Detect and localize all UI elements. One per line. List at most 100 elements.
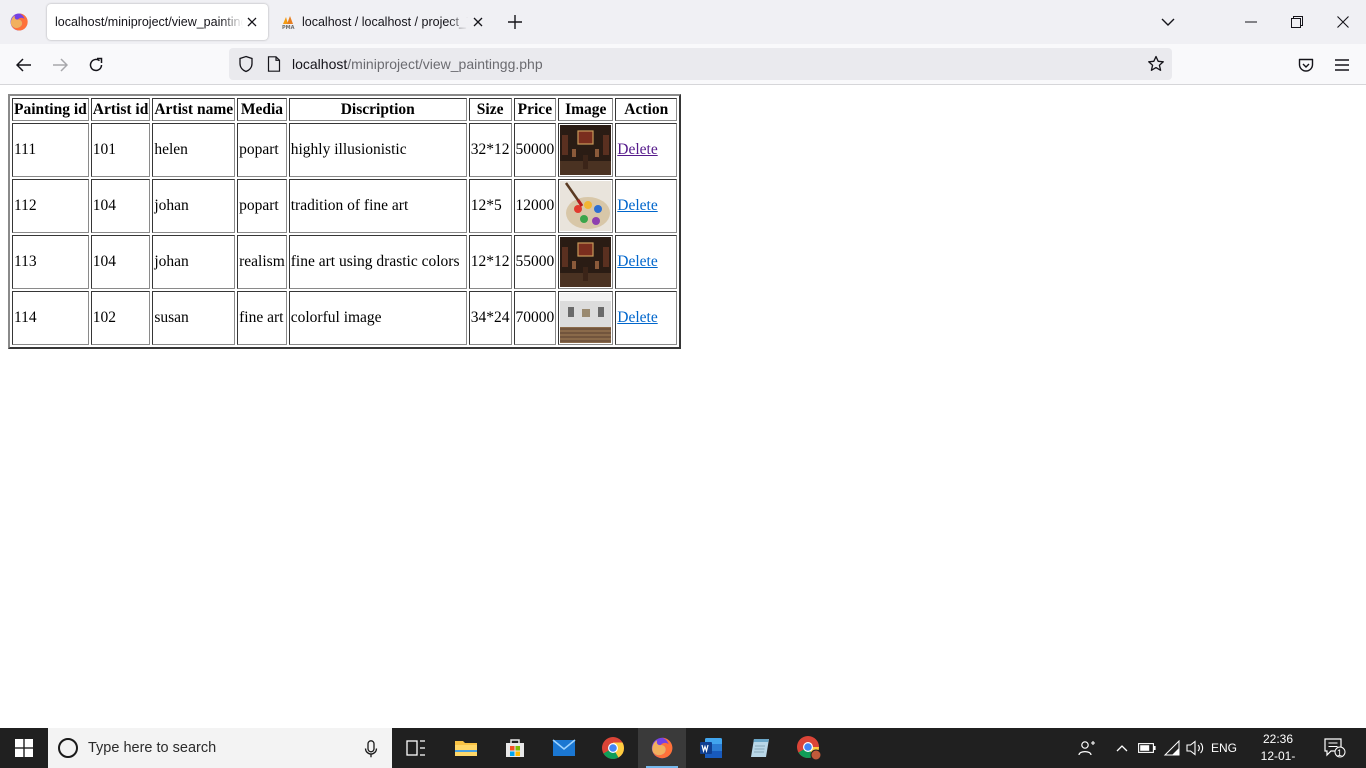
firefox-menu-icon[interactable] — [9, 12, 29, 32]
painting-thumbnail-image — [560, 237, 612, 287]
delete-link[interactable]: Delete — [617, 141, 657, 158]
reload-icon[interactable] — [86, 55, 106, 75]
firefox-button[interactable] — [638, 728, 686, 768]
language-indicator[interactable]: ENG — [1208, 728, 1240, 768]
cell-image — [558, 235, 614, 289]
shield-icon[interactable] — [237, 55, 255, 73]
show-hidden-icons-chevron-icon[interactable] — [1113, 728, 1131, 768]
wifi-icon[interactable] — [1162, 728, 1182, 768]
action-center-button[interactable]: 1 — [1320, 728, 1350, 768]
header-description: Discription — [288, 98, 467, 121]
tab-title: localhost/miniproject/view_paintingg.php — [55, 15, 243, 29]
notification-icon — [1324, 738, 1346, 758]
word-icon — [700, 738, 722, 758]
cortana-icon — [58, 738, 78, 758]
bookmark-star-icon[interactable] — [1147, 55, 1165, 73]
microsoft-store-button[interactable] — [491, 728, 539, 768]
close-window-icon[interactable] — [1333, 12, 1353, 32]
taskbar-clock[interactable]: 22:36 12-01-2023 — [1250, 731, 1306, 768]
url-path: /miniproject/view_paintingg.php — [347, 56, 543, 72]
delete-link[interactable]: Delete — [617, 253, 657, 270]
delete-link[interactable]: Delete — [617, 197, 657, 214]
restore-icon[interactable] — [1287, 12, 1307, 32]
notification-count: 1 — [1337, 748, 1343, 758]
paintings-table: Painting id Artist id Artist name Media … — [8, 94, 682, 349]
table-row: 111 101 helen popart highly illusionisti… — [12, 123, 678, 177]
chrome-profile-icon — [797, 736, 822, 761]
notes-app-button[interactable] — [736, 728, 784, 768]
cell-description: colorful image — [288, 291, 467, 345]
cell-action: Delete — [615, 123, 678, 177]
cell-artist-id: 104 — [90, 179, 151, 233]
minimize-icon[interactable] — [1241, 12, 1261, 32]
chrome-button[interactable] — [589, 728, 637, 768]
clock-time: 22:36 — [1262, 732, 1294, 746]
taskbar-search-box[interactable]: Type here to search — [48, 728, 392, 768]
phpmyadmin-icon: PMA — [282, 16, 295, 30]
chrome-icon — [602, 737, 624, 759]
mail-button[interactable] — [540, 728, 588, 768]
back-arrow-icon[interactable] — [14, 55, 34, 75]
cell-media: realism — [237, 235, 287, 289]
mail-envelope-icon — [552, 739, 576, 756]
cell-description: tradition of fine art — [288, 179, 467, 233]
delete-link[interactable]: Delete — [617, 309, 657, 326]
firefox-icon — [651, 737, 673, 759]
cell-artist-name: helen — [152, 123, 236, 177]
table-row: 114 102 susan fine art colorful image 34… — [12, 291, 678, 345]
cell-action: Delete — [615, 235, 678, 289]
navigation-toolbar: localhost/miniproject/view_paintingg.php — [0, 44, 1366, 85]
header-action: Action — [615, 98, 678, 121]
list-all-tabs-icon[interactable] — [1158, 12, 1178, 32]
page-info-icon[interactable] — [267, 56, 281, 72]
windows-logo-icon — [15, 739, 33, 757]
tab-strip: localhost/miniproject/view_paintingg.php… — [0, 0, 1366, 44]
word-button[interactable] — [687, 728, 735, 768]
cell-media: fine art — [237, 291, 287, 345]
forward-arrow-icon[interactable] — [50, 55, 70, 75]
cell-artist-id: 101 — [90, 123, 151, 177]
cell-media: popart — [237, 123, 287, 177]
cell-media: popart — [237, 179, 287, 233]
windows-taskbar: Type here to search ENG 22:36 12-01- 1 — [0, 728, 1366, 768]
address-bar[interactable]: localhost/miniproject/view_paintingg.php — [229, 48, 1172, 80]
task-view-button[interactable] — [392, 728, 440, 768]
cell-artist-id: 104 — [90, 235, 151, 289]
volume-icon[interactable] — [1185, 728, 1205, 768]
cell-artist-name: johan — [152, 179, 236, 233]
header-media: Media — [237, 98, 287, 121]
header-price: Price — [513, 98, 557, 121]
hamburger-menu-icon[interactable] — [1332, 55, 1352, 75]
new-tab-icon[interactable] — [506, 13, 524, 31]
tab-title: localhost / localhost / project_7 — [302, 15, 468, 29]
cell-size: 34*24 — [468, 291, 512, 345]
notepad-icon — [751, 739, 769, 757]
url-text[interactable]: localhost/miniproject/view_paintingg.php — [292, 56, 543, 72]
cell-price: 12000 — [513, 179, 557, 233]
tab-view-paintings[interactable]: localhost/miniproject/view_paintingg.php — [47, 4, 268, 40]
clock-date: 12-01-2023 — [1260, 749, 1296, 768]
cell-description: highly illusionistic — [288, 123, 467, 177]
file-explorer-button[interactable] — [442, 728, 490, 768]
people-icon[interactable] — [1076, 728, 1098, 768]
pocket-icon[interactable] — [1296, 55, 1316, 75]
table-row: 112 104 johan popart tradition of fine a… — [12, 179, 678, 233]
start-button[interactable] — [0, 728, 48, 768]
microphone-icon[interactable] — [364, 740, 378, 758]
cell-image — [558, 291, 614, 345]
close-tab-icon[interactable] — [244, 14, 260, 30]
cell-size: 32*12 — [468, 123, 512, 177]
battery-icon[interactable] — [1137, 728, 1157, 768]
cell-description: fine art using drastic colors — [288, 235, 467, 289]
header-artist-name: Artist name — [152, 98, 236, 121]
close-tab-icon[interactable] — [470, 14, 486, 30]
painting-thumbnail-image — [560, 293, 612, 343]
cell-artist-name: susan — [152, 291, 236, 345]
task-view-icon — [406, 740, 425, 756]
chrome-profile-button[interactable] — [785, 728, 833, 768]
header-image: Image — [558, 98, 614, 121]
painting-thumbnail-image — [560, 181, 612, 231]
cell-size: 12*5 — [468, 179, 512, 233]
cell-painting-id: 114 — [12, 291, 89, 345]
tab-phpmyadmin[interactable]: PMA localhost / localhost / project_7 — [276, 4, 494, 40]
